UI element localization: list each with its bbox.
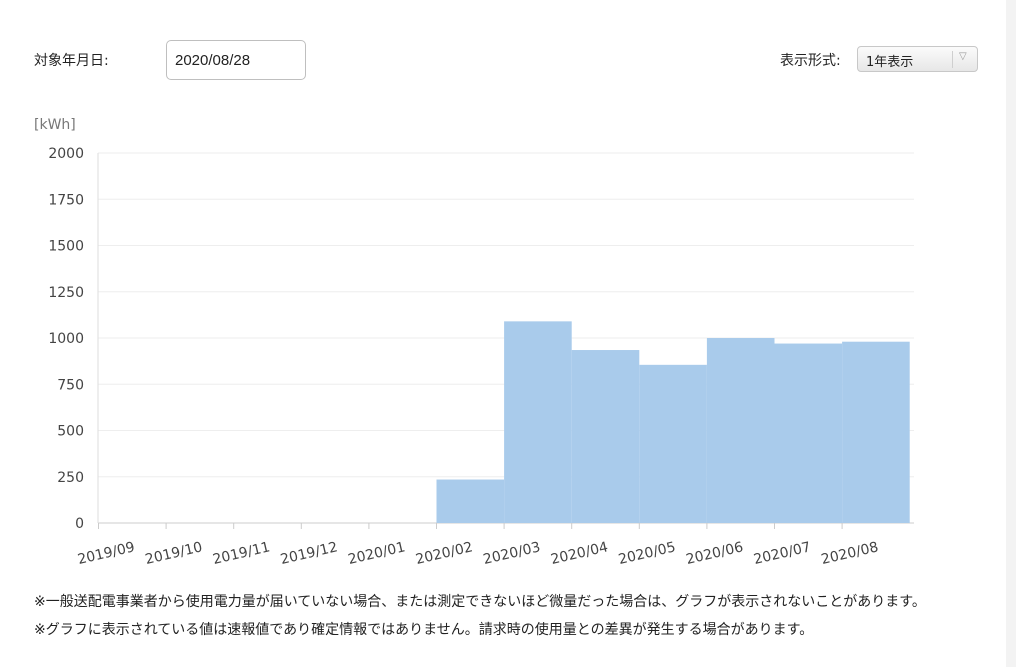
select-divider [952,51,953,68]
y-tick-label: 500 [57,424,84,440]
x-tick-label: 2020/05 [617,539,677,568]
x-tick-label: 2020/04 [549,539,609,568]
bar-2020-05 [639,364,707,523]
y-tick-label: 250 [57,470,84,486]
x-tick-label: 2020/06 [685,539,745,568]
display-format-value: 1年表示 [866,55,914,70]
y-axis-unit-label: [kWh] [34,117,76,133]
y-tick-label: 1750 [48,192,84,208]
note-2: ※グラフに表示されている値は速報値であり確定情報ではありません。請求時の使用量と… [34,622,814,638]
y-tick-label: 1250 [48,285,84,301]
usage-bar-chart: 0 250 500 750 1000 1250 1500 1750 2000 2019/09 201… [34,117,914,568]
x-tick-label: 2020/03 [482,539,542,568]
x-tick-label: 2019/12 [279,539,339,568]
y-tick-label: 1500 [48,239,84,255]
bar-2020-07 [774,343,843,523]
chevron-down-icon: ▽ [959,51,967,62]
y-tick-label: 750 [57,377,84,393]
bar-2020-02 [436,479,505,523]
bar-2020-03 [504,321,572,523]
y-tick-label: 1000 [48,331,84,347]
y-tick-label: 0 [75,516,84,532]
bar-2020-06 [706,338,775,523]
bar-2020-04 [571,350,640,523]
x-tick-label: 2020/02 [414,539,474,568]
x-tick-label: 2020/07 [752,539,812,568]
x-tick-label: 2019/10 [144,539,204,568]
bar-2020-08 [842,341,910,523]
display-format-label: 表示形式: [780,53,841,69]
y-tick-label: 2000 [48,146,84,162]
notes-section: ※一般送配電事業者から使用電力量が届いていない場合、または測定できないほど微量だ… [34,588,984,644]
display-format-select[interactable]: 1年表示 ▽ [857,46,978,72]
note-1: ※一般送配電事業者から使用電力量が届いていない場合、または測定できないほど微量だ… [34,594,926,610]
x-tick-label: 2019/11 [211,539,271,568]
target-date-input[interactable] [166,40,306,80]
x-tick-label: 2019/09 [76,539,136,568]
x-tick-label: 2020/01 [347,539,407,568]
chart-bars [436,321,910,523]
x-tick-label: 2020/08 [820,539,880,568]
target-date-label: 対象年月日: [34,53,109,69]
scrollbar-track[interactable] [1006,0,1016,667]
